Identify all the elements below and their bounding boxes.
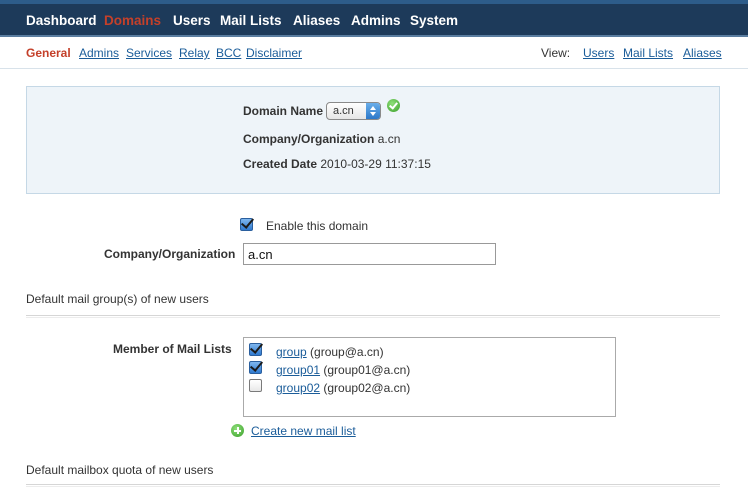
view-label: View: <box>541 46 571 60</box>
list-item: group02 (group02@a.cn) <box>276 381 410 395</box>
nav-admins[interactable]: Admins <box>351 13 401 28</box>
view-aliases-link[interactable]: Aliases <box>683 46 722 60</box>
add-icon[interactable] <box>231 424 244 437</box>
mail-list-link-group01[interactable]: group01 <box>276 363 320 377</box>
info-company-value: a.cn <box>377 132 401 146</box>
mail-list-checkbox-group[interactable] <box>249 343 262 356</box>
top-navigation: Dashboard Domains Users Mail Lists Alias… <box>0 0 748 37</box>
domain-select-value: a.cn <box>333 105 354 117</box>
info-company-row: Company/Organization a.cn <box>243 132 400 146</box>
section-divider <box>26 484 720 487</box>
tab-disclaimer[interactable]: Disclaimer <box>246 46 302 60</box>
nav-mail-lists[interactable]: Mail Lists <box>220 13 282 28</box>
mail-list-address: (group@a.cn) <box>310 345 384 359</box>
create-mail-list-link[interactable]: Create new mail list <box>251 424 356 438</box>
domain-select[interactable]: a.cn <box>326 102 381 120</box>
enable-domain-label: Enable this domain <box>266 219 369 233</box>
sub-navigation: General Admins Services Relay BCC Discla… <box>0 37 748 69</box>
tab-bcc[interactable]: BCC <box>216 46 241 60</box>
mail-list-address: (group02@a.cn) <box>323 381 411 395</box>
mail-list-link-group[interactable]: group <box>276 345 307 359</box>
info-company-label: Company/Organization <box>243 132 375 146</box>
domain-name-label: Domain Name <box>243 104 324 118</box>
view-mail-lists-link[interactable]: Mail Lists <box>623 46 673 60</box>
info-created-row: Created Date 2010-03-29 11:37:15 <box>243 157 431 171</box>
mail-list-checkbox-group01[interactable] <box>249 361 262 374</box>
tab-relay[interactable]: Relay <box>179 46 210 60</box>
list-item: group01 (group01@a.cn) <box>276 363 410 377</box>
nav-domains[interactable]: Domains <box>104 13 161 28</box>
view-users-link[interactable]: Users <box>583 46 614 60</box>
select-arrows-icon <box>366 103 380 119</box>
tab-general[interactable]: General <box>26 46 71 60</box>
nav-aliases[interactable]: Aliases <box>293 13 340 28</box>
section-divider <box>26 315 720 318</box>
mail-list-checkbox-group02[interactable] <box>249 379 262 392</box>
checkmark-ok-icon <box>387 99 400 112</box>
nav-system[interactable]: System <box>410 13 458 28</box>
nav-dashboard[interactable]: Dashboard <box>26 13 97 28</box>
enable-domain-checkbox[interactable] <box>240 218 253 231</box>
mail-group-section-title: Default mail group(s) of new users <box>26 292 209 306</box>
mail-list-link-group02[interactable]: group02 <box>276 381 320 395</box>
member-of-mail-lists-label: Member of Mail Lists <box>113 342 232 356</box>
tab-admins[interactable]: Admins <box>79 46 119 60</box>
quota-section-title: Default mailbox quota of new users <box>26 463 214 477</box>
created-date-value: 2010-03-29 11:37:15 <box>320 157 431 171</box>
company-input[interactable] <box>243 243 496 265</box>
created-date-label: Created Date <box>243 157 318 171</box>
list-item: group (group@a.cn) <box>276 345 384 359</box>
tab-services[interactable]: Services <box>126 46 172 60</box>
mail-list-address: (group01@a.cn) <box>323 363 411 377</box>
company-field-label: Company/Organization <box>104 247 236 261</box>
nav-users[interactable]: Users <box>173 13 211 28</box>
